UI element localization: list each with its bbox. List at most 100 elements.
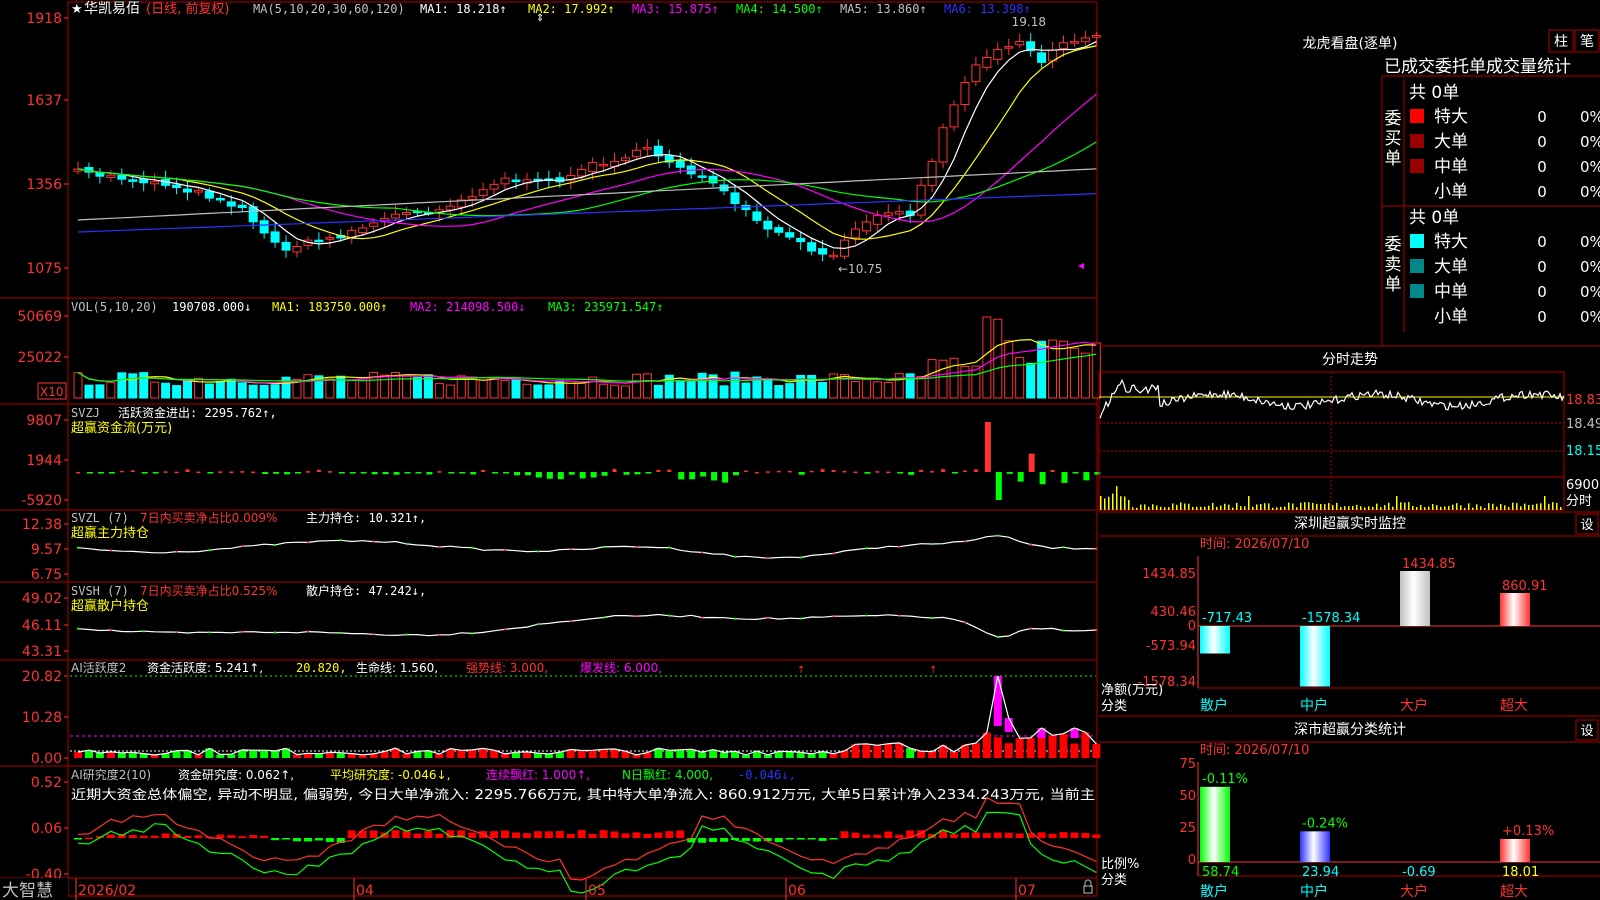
flow-bar — [1039, 472, 1046, 485]
flow-bar — [853, 471, 858, 474]
intraday-vol-bar — [1388, 502, 1390, 510]
order-pct: 0% — [1580, 183, 1600, 201]
intraday-vol-bar — [1552, 502, 1554, 510]
svzj-tick: 9807 — [26, 413, 62, 429]
flow-bar — [678, 472, 685, 480]
ai1-y-axis: 20.82 10.28 0.00 — [22, 669, 68, 767]
monitor-category: 大户 — [1400, 697, 1428, 714]
intraday-vol-bar — [1204, 506, 1206, 510]
activity-bar — [271, 750, 280, 758]
research-bar — [303, 838, 312, 842]
intraday-vol-bar — [1504, 505, 1506, 510]
candle-body — [489, 183, 499, 190]
volume-bar — [927, 359, 937, 399]
low-price-mark: ←10.75 — [838, 262, 882, 276]
star-icon: ★ — [71, 2, 83, 17]
scroll-marker-icon[interactable] — [1078, 263, 1084, 269]
candle-body — [708, 175, 718, 184]
research-bar — [347, 830, 356, 838]
ma3-value: MA3: 15.875↑ — [632, 2, 719, 16]
sz-monitor-panel: 深圳超赢实时监控 设 时间: 2026/07/10 1434.85 430.46… — [1099, 513, 1600, 714]
x-tick: 2026/02 — [78, 883, 136, 899]
candle-body — [960, 82, 970, 106]
intraday-vol-bar — [1372, 506, 1374, 510]
activity-bar — [74, 752, 82, 758]
svzj-tick: 1944 — [26, 453, 62, 469]
flow-bar — [722, 472, 729, 483]
chart-mode[interactable]: (日线, 前复权) — [146, 1, 229, 17]
price-tick: 1075 — [26, 261, 62, 277]
order-color-swatch — [1410, 159, 1424, 173]
tick-mark — [405, 542, 408, 545]
intraday-vol-bar — [1516, 503, 1518, 510]
flow-bar — [229, 471, 234, 474]
research-bar — [862, 834, 871, 838]
main-holding-line — [77, 535, 1097, 559]
vol-unit: X10 — [40, 385, 64, 399]
activity-bar — [1070, 743, 1079, 758]
order-pct: 0% — [1580, 258, 1600, 276]
tick-mark — [504, 628, 507, 631]
intraday-vol-bar — [1264, 503, 1266, 510]
tick-mark — [931, 543, 934, 546]
classify-settings-label: 设 — [1580, 724, 1593, 739]
flow-bar — [262, 472, 269, 475]
intraday-vol-bar — [1408, 502, 1410, 510]
volume-bar — [303, 374, 313, 399]
high-price-mark: 19.18 — [1012, 15, 1046, 29]
volume-bar — [1069, 347, 1079, 399]
research-bar — [1070, 832, 1079, 838]
candle-body — [1059, 42, 1068, 49]
flow-bar — [875, 471, 880, 473]
research-bar — [194, 835, 203, 838]
vol-value: 190708.000↓ — [172, 300, 251, 314]
flow-bar — [119, 470, 124, 473]
intraday-vol-bar — [1208, 505, 1210, 510]
volume-bar — [741, 382, 751, 399]
flow-bar — [524, 472, 531, 476]
flow-bar — [426, 472, 433, 475]
volume-bar — [500, 380, 510, 399]
stock-name[interactable]: 华凯易佰 — [84, 1, 140, 17]
flow-bar — [141, 472, 148, 474]
flow-bar — [514, 472, 520, 476]
research-bar — [84, 837, 93, 840]
volume-bar — [675, 381, 685, 399]
research-bar — [971, 832, 980, 838]
flow-bar — [897, 472, 904, 474]
intraday-vol-bar — [1132, 507, 1134, 510]
flow-bar — [1017, 472, 1024, 482]
research-bar — [1092, 834, 1101, 838]
tick-mark — [898, 545, 901, 548]
tick-mark — [898, 614, 901, 617]
intraday-vol-bar — [1344, 506, 1346, 510]
research-bar — [588, 833, 597, 838]
flow-bar — [360, 472, 367, 474]
volume-bar — [380, 374, 390, 399]
volume-bar — [150, 381, 160, 399]
research-bar — [413, 833, 422, 838]
tick-mark — [865, 547, 868, 550]
tick-mark — [274, 631, 277, 634]
ai2-red: 连续飘红: 1.000↑, — [486, 767, 590, 782]
flow-bar — [393, 472, 400, 475]
order-color-swatch — [1410, 309, 1424, 323]
activity-bar — [971, 743, 980, 758]
research-bar — [150, 835, 159, 838]
classify-change-label: +0.13% — [1502, 824, 1554, 839]
tick-mark — [996, 636, 999, 639]
volume-bar — [861, 379, 871, 399]
classify-value-label: 18.01 — [1502, 865, 1539, 880]
candle-body — [128, 179, 138, 182]
intraday-vol-bar — [1108, 496, 1110, 510]
order-type: 特大 — [1434, 232, 1468, 252]
lock-icon[interactable] — [1083, 885, 1093, 894]
tick-mark — [306, 630, 309, 633]
volume-bar — [95, 384, 105, 399]
classify-bar — [1300, 831, 1330, 862]
research-bar — [106, 834, 115, 838]
volume-bar — [610, 384, 620, 399]
price-tick: 1356 — [26, 177, 62, 193]
volume-bar — [445, 384, 455, 399]
volume-bar — [894, 373, 904, 399]
